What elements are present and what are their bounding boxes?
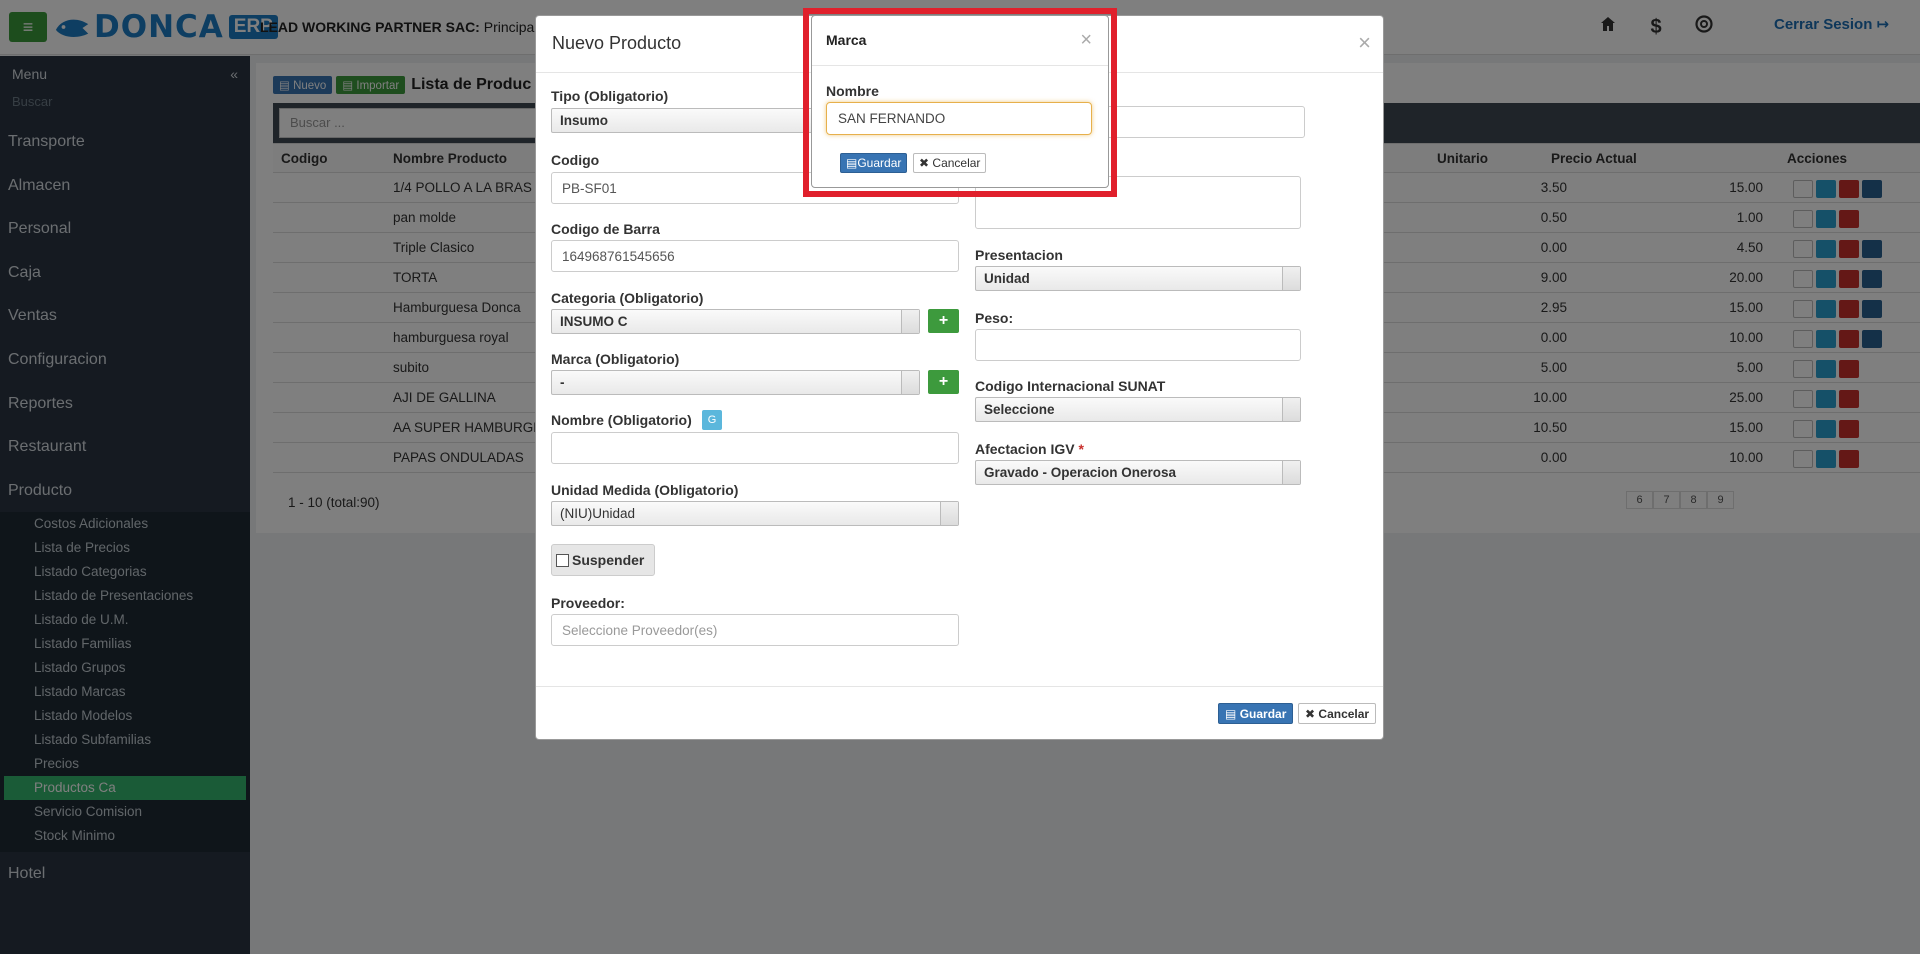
unidad-value: (NIU)Unidad: [560, 506, 636, 521]
peso-input[interactable]: [975, 329, 1301, 361]
categoria-label: Categoria (Obligatorio): [551, 290, 704, 306]
unidad-select[interactable]: (NIU)Unidad: [551, 501, 959, 526]
generate-name-button[interactable]: G: [702, 410, 722, 430]
codigo-barra-input[interactable]: 164968761545656: [551, 240, 959, 272]
add-categoria-button[interactable]: +: [928, 309, 959, 333]
tipo-label: Tipo (Obligatorio): [551, 88, 669, 104]
guardar-producto-label: Guardar: [1239, 707, 1287, 721]
marca-value: -: [560, 375, 565, 390]
sunat-label: Codigo Internacional SUNAT: [975, 378, 1166, 394]
marca-label: Marca (Obligatorio): [551, 351, 680, 367]
presentacion-select[interactable]: Unidad: [975, 266, 1301, 291]
close-icon[interactable]: ×: [1080, 29, 1092, 52]
close-icon[interactable]: ×: [1358, 30, 1371, 56]
cancelar-producto-label: Cancelar: [1318, 707, 1370, 721]
guardar-marca-label: Guardar: [857, 156, 902, 170]
marca-modal-divider: [812, 65, 1108, 66]
marca-select[interactable]: -: [551, 370, 920, 395]
proveedor-label: Proveedor:: [551, 595, 625, 611]
sunat-arrow-icon: [1282, 398, 1300, 421]
codigo-label: Codigo: [551, 152, 600, 168]
marca-modal: Marca × Nombre SAN FERNANDO ▤Guardar ✖ C…: [811, 15, 1109, 188]
unidad-arrow-icon: [940, 502, 958, 525]
igv-required-mark: *: [1078, 441, 1084, 457]
marca-nombre-label: Nombre: [826, 83, 879, 99]
cancelar-marca-label: Cancelar: [932, 156, 981, 170]
nombre-label: Nombre (Obligatorio): [551, 412, 692, 428]
add-marca-button[interactable]: +: [928, 370, 959, 394]
barra-label: Codigo de Barra: [551, 221, 660, 237]
peso-label: Peso:: [975, 310, 1014, 326]
presentacion-arrow-icon: [1282, 267, 1300, 290]
cancel-icon: ✖: [919, 156, 930, 170]
categoria-arrow-icon: [901, 310, 919, 333]
presentacion-label: Presentacion: [975, 247, 1063, 263]
suspender-label: Suspender: [572, 552, 645, 568]
categoria-select[interactable]: INSUMO C: [551, 309, 920, 334]
cancelar-producto-button[interactable]: ✖ Cancelar: [1298, 703, 1377, 724]
marca-modal-title: Marca: [826, 32, 867, 48]
igv-label: Afectacion IGV *: [975, 441, 1084, 457]
proveedor-input[interactable]: Seleccione Proveedor(es): [551, 614, 959, 646]
marca-nombre-input[interactable]: SAN FERNANDO: [826, 102, 1092, 135]
save-icon: ▤: [846, 156, 858, 170]
suspender-checkbox[interactable]: [556, 553, 569, 567]
guardar-producto-button[interactable]: ▤ Guardar: [1218, 703, 1294, 724]
save-icon: ▤: [1225, 707, 1237, 721]
sunat-select[interactable]: Seleccione: [975, 397, 1301, 422]
modal-footer-divider: [536, 686, 1383, 687]
marca-arrow-icon: [901, 371, 919, 394]
tipo-value: Insumo: [560, 113, 609, 128]
suspender-toggle[interactable]: Suspender: [551, 544, 655, 576]
cancel-icon: ✖: [1305, 707, 1316, 721]
igv-select[interactable]: Gravado - Operacion Onerosa: [975, 460, 1301, 485]
presentacion-value: Unidad: [984, 271, 1030, 286]
unidad-label: Unidad Medida (Obligatorio): [551, 482, 739, 498]
modal-title: Nuevo Producto: [552, 33, 682, 53]
igv-arrow-icon: [1282, 461, 1300, 484]
guardar-marca-button[interactable]: ▤Guardar: [840, 153, 908, 173]
cancelar-marca-button[interactable]: ✖ Cancelar: [913, 153, 987, 173]
igv-value: Gravado - Operacion Onerosa: [984, 465, 1177, 480]
nombre-input[interactable]: [551, 432, 959, 464]
sunat-value: Seleccione: [984, 402, 1055, 417]
igv-label-text: Afectacion IGV: [975, 441, 1075, 457]
categoria-value: INSUMO C: [560, 314, 628, 329]
